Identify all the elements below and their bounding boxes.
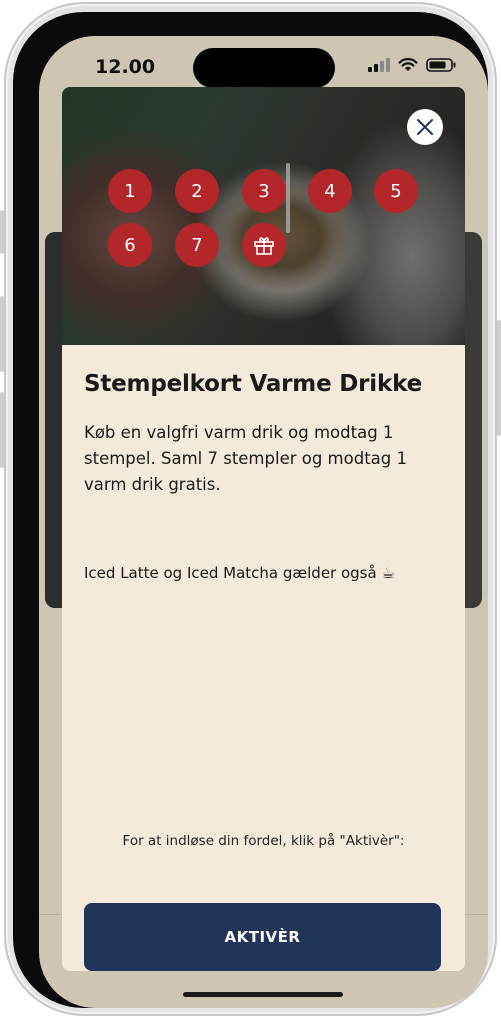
volume-up-button <box>0 296 4 372</box>
reward-stamp <box>242 223 286 267</box>
stamp-1: 1 <box>108 169 152 213</box>
close-button[interactable] <box>407 109 443 145</box>
status-time: 12.00 <box>95 56 156 78</box>
status-icons <box>368 58 456 72</box>
stamp-6: 6 <box>108 223 152 267</box>
phone-bezel: 12.00 1 2 3 4 5 6 7 Stempelkort Varme Dr… <box>13 12 488 1008</box>
home-indicator[interactable] <box>183 992 343 997</box>
cellular-signal-icon <box>368 58 390 72</box>
hero-image <box>62 87 465 345</box>
modal-title: Stempelkort Varme Drikke <box>84 371 422 397</box>
gift-icon <box>254 237 274 255</box>
dynamic-island <box>193 48 335 88</box>
screen: 12.00 1 2 3 4 5 6 7 Stempelkort Varme Dr… <box>39 36 488 1008</box>
stamp-2: 2 <box>175 169 219 213</box>
activate-button[interactable]: AKTIVÈR <box>84 903 441 971</box>
stamp-3: 3 <box>242 169 286 213</box>
stamp-card-modal: 1 2 3 4 5 6 7 Stempelkort Varme Drikke K… <box>62 87 465 971</box>
stamp-5: 5 <box>374 169 418 213</box>
volume-down-button <box>0 392 4 468</box>
wifi-icon <box>398 58 418 71</box>
stamp-4: 4 <box>308 169 352 213</box>
redeem-hint: For at indløse din fordel, klik på "Akti… <box>122 833 405 849</box>
modal-description: Køb en valgfri varm drik og modtag 1 ste… <box>84 423 407 494</box>
action-button <box>0 210 4 254</box>
power-button <box>497 320 501 436</box>
stamp-7: 7 <box>175 223 219 267</box>
modal-note: Iced Latte og Iced Matcha gælder også ☕ <box>84 564 395 582</box>
close-icon <box>417 119 433 135</box>
battery-icon <box>426 58 456 72</box>
